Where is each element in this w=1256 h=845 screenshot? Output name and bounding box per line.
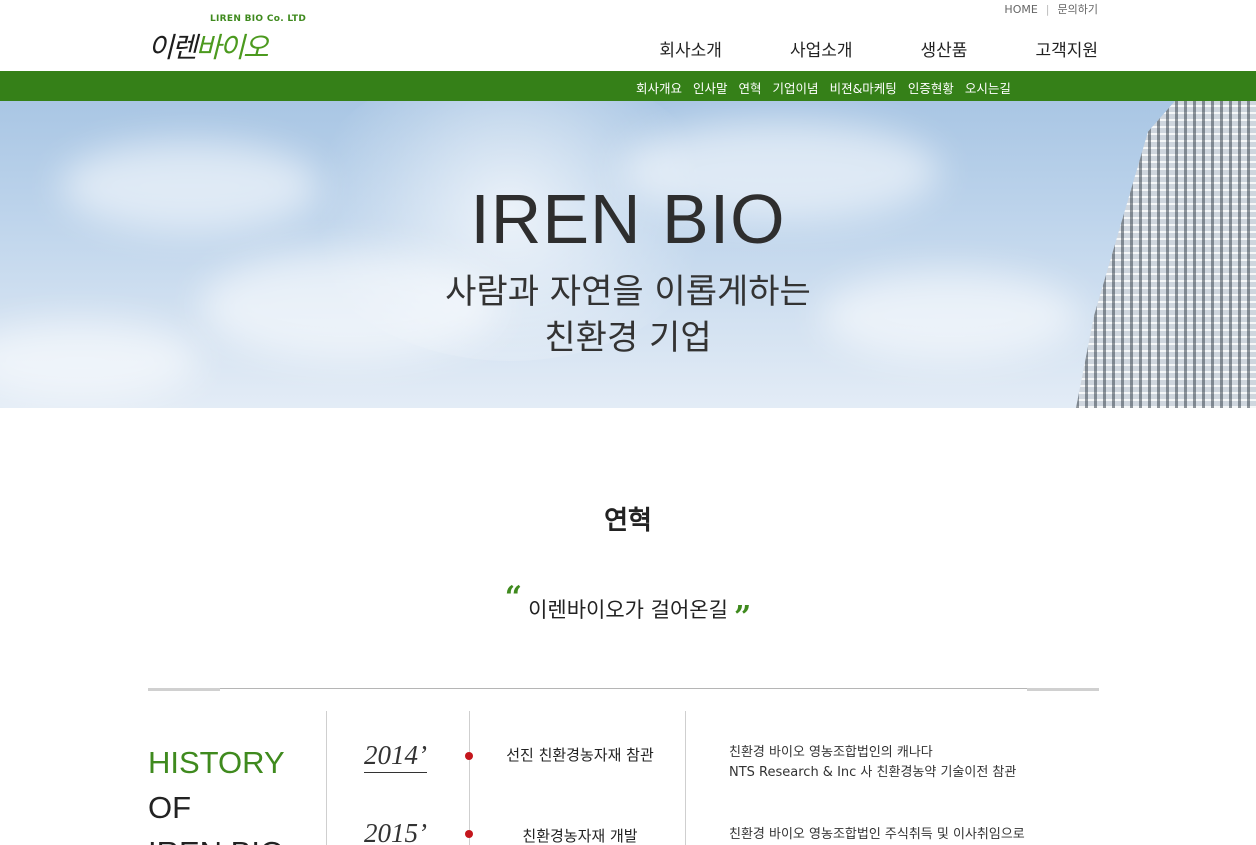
hero-title: IREN BIO bbox=[470, 180, 786, 258]
sub-navigation: 회사개요 인사말 연혁 기업이념 비젼&마케팅 인증현황 오시는길 bbox=[636, 78, 1022, 97]
nav-company[interactable]: 회사소개 bbox=[659, 36, 722, 61]
subnav-certification[interactable]: 인증현황 bbox=[908, 78, 954, 97]
site-header: LIREN BIO Co. LTD 이렌바이오 HOME | 문의하기 회사소개 사… bbox=[0, 0, 1256, 71]
section-quote: “이렌바이오가 걸어온길” bbox=[0, 580, 1256, 635]
divider: | bbox=[1045, 3, 1050, 16]
logo-wordmark: 이렌바이오 bbox=[148, 26, 269, 66]
description-line: 친환경 바이오 영농조합법인 주식취득 및 이사취임으로 bbox=[729, 827, 1025, 842]
logo-brand-part1: 이렌 bbox=[148, 31, 198, 64]
home-link[interactable]: HOME bbox=[1004, 3, 1037, 16]
company-logo[interactable]: LIREN BIO Co. LTD 이렌바이오 bbox=[148, 12, 323, 64]
divider-accent-left bbox=[148, 688, 220, 691]
logo-brand-part2: 바이오 bbox=[195, 31, 269, 64]
hero-subtitle-line2: 친환경 기업 bbox=[544, 318, 712, 358]
subnav-history[interactable]: 연혁 bbox=[739, 78, 762, 97]
hero-subtitle: 사람과 자연을 이롭게하는 친환경 기업 bbox=[0, 269, 1256, 361]
divider bbox=[148, 688, 1099, 689]
nav-products[interactable]: 생산품 bbox=[921, 36, 968, 61]
quote-text: 이렌바이오가 걸어온길 bbox=[528, 598, 728, 622]
hero-subtitle-line1: 사람과 자연을 이롭게하는 bbox=[445, 272, 811, 312]
column-divider bbox=[326, 711, 327, 845]
timeline-event-title: 친환경농자재 개발 bbox=[522, 827, 638, 845]
history-heading-line1: HISTORY bbox=[148, 745, 285, 780]
timeline-year: 2015’ bbox=[364, 818, 427, 845]
timeline-event-description: 친환경 바이오 영농조합법인 주식취득 및 이사취임으로 bbox=[729, 825, 1025, 845]
quote-open-mark: “ bbox=[504, 580, 523, 615]
timeline-event-title: 선진 친환경농자재 참관 bbox=[506, 746, 654, 764]
timeline-event-description: 친환경 바이오 영농조합법인의 캐나다 NTS Research & Inc 사… bbox=[729, 743, 1016, 783]
subnav-directions[interactable]: 오시는길 bbox=[965, 78, 1011, 97]
sub-navigation-bar: 회사개요 인사말 연혁 기업이념 비젼&마케팅 인증현황 오시는길 bbox=[0, 71, 1256, 101]
contact-link[interactable]: 문의하기 bbox=[1058, 3, 1098, 16]
history-heading-line3: IREN BIO bbox=[148, 830, 285, 845]
timeline-dot bbox=[465, 830, 473, 838]
nav-business[interactable]: 사업소개 bbox=[790, 36, 853, 61]
hero-banner: IREN BIO 사람과 자연을 이롭게하는 친환경 기업 bbox=[0, 101, 1256, 408]
timeline-dot bbox=[465, 752, 473, 760]
description-line: 친환경 바이오 영농조합법인의 캐나다 bbox=[729, 745, 933, 760]
nav-support[interactable]: 고객지원 bbox=[1035, 36, 1098, 61]
subnav-philosophy[interactable]: 기업이념 bbox=[773, 78, 819, 97]
description-line: NTS Research & Inc 사 친환경농약 기술이전 참관 bbox=[729, 765, 1017, 780]
logo-company-name: LIREN BIO Co. LTD bbox=[210, 14, 307, 24]
utility-links: HOME | 문의하기 bbox=[1004, 1, 1098, 17]
subnav-overview[interactable]: 회사개요 bbox=[636, 78, 682, 97]
divider-accent-right bbox=[1027, 688, 1099, 691]
main-navigation: 회사소개 사업소개 생산품 고객지원 bbox=[591, 36, 1098, 61]
page-title: 연혁 bbox=[604, 506, 652, 536]
subnav-vision[interactable]: 비젼&마케팅 bbox=[830, 78, 897, 97]
column-divider bbox=[685, 711, 686, 845]
history-heading: HISTORY OF IREN BIO bbox=[148, 740, 285, 845]
quote-close-mark: ” bbox=[733, 600, 752, 635]
timeline-line bbox=[469, 711, 470, 845]
history-heading-line2: OF bbox=[148, 790, 192, 825]
subnav-greeting[interactable]: 인사말 bbox=[693, 78, 728, 97]
timeline-year: 2014’ bbox=[364, 740, 427, 773]
